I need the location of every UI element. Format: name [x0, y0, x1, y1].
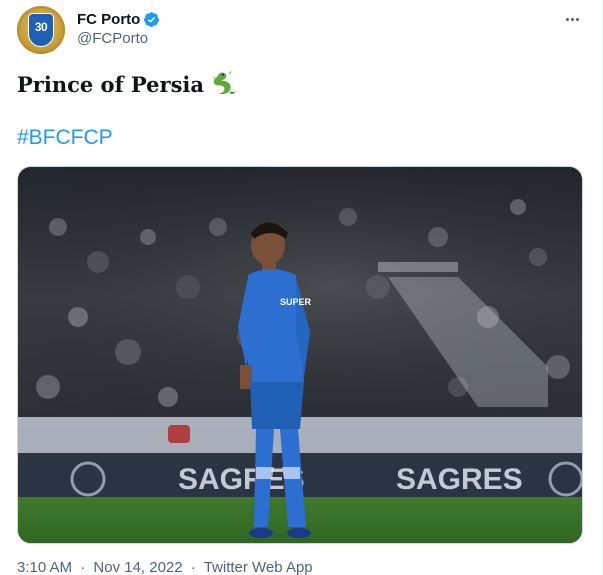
jersey-text: SUPER: [280, 297, 312, 307]
tweet-card: 30 FC Porto @FCPorto Prince of Persia #B…: [0, 0, 603, 575]
tweet-date[interactable]: Nov 14, 2022: [93, 559, 182, 575]
tweet-photo[interactable]: SAGRES SAGRES SUPER: [17, 166, 583, 544]
tweet-header: 30 FC Porto @FCPorto: [17, 6, 585, 54]
more-options-icon-dot: [570, 17, 574, 21]
author-names: FC Porto @FCPorto: [77, 9, 160, 47]
author-handle[interactable]: @FCPorto: [77, 30, 160, 47]
more-options-icon: [565, 17, 569, 21]
tweet-time[interactable]: 3:10 AM: [17, 559, 72, 575]
meta-separator: ·: [190, 559, 196, 575]
display-name-row: FC Porto: [77, 9, 160, 29]
avatar[interactable]: 30: [17, 6, 65, 54]
display-name[interactable]: FC Porto: [77, 11, 140, 28]
more-options-icon-dot: [575, 17, 579, 21]
dragon-emoji-icon: [212, 70, 237, 94]
tweet-text-content: Prince of Persia: [17, 71, 204, 97]
verified-badge-icon: [144, 11, 160, 27]
hashtag-link[interactable]: #BFCFCP: [17, 126, 113, 150]
more-options-button[interactable]: [559, 10, 585, 28]
tweet-meta: 3:10 AM · Nov 14, 2022 · Twitter Web App: [17, 559, 313, 575]
photo-illustration: SAGRES SAGRES SUPER: [18, 167, 582, 543]
tweet-text: Prince of Persia: [17, 68, 240, 100]
meta-separator: ·: [80, 559, 86, 575]
club-crest-icon: 30: [29, 14, 53, 46]
tweet-source[interactable]: Twitter Web App: [204, 559, 313, 575]
ad-board-right-text: SAGRES: [396, 463, 523, 496]
avatar-badge-text: 30: [34, 20, 48, 34]
